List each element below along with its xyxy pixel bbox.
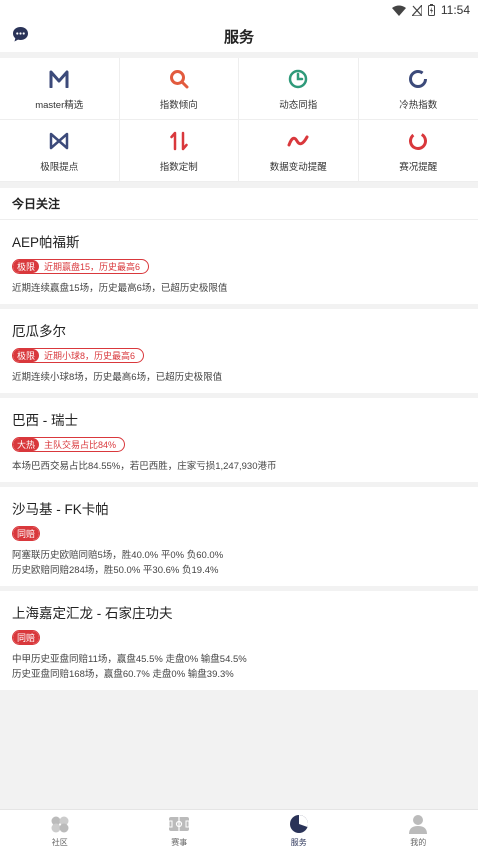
match-card[interactable]: AEP帕福斯 极限 近期赢盘15，历史最高6 近期连续赢盘15场，历史最高6场，… — [0, 220, 478, 304]
match-desc: 历史亚盘同赔168场，赢盘60.7% 走盘0% 输盘39.3% — [12, 669, 234, 680]
match-card[interactable]: 巴西 - 瑞士 大热 主队交易占比84% 本场巴西交易占比84.55%，若巴西胜… — [0, 398, 478, 482]
tag-type: 大热 — [13, 438, 40, 451]
battery-icon — [427, 4, 435, 16]
ring-icon — [409, 69, 428, 88]
tag-text: 主队交易占比84% — [44, 440, 117, 450]
partial-ring-icon — [409, 131, 428, 150]
wifi-icon — [391, 5, 406, 16]
service-label: 动态同指 — [279, 99, 318, 111]
service-label: 赛况提醒 — [399, 161, 438, 173]
service-hot-cold-index[interactable]: 冷热指数 — [358, 58, 478, 120]
status-bar: 11:54 — [0, 0, 478, 20]
match-name: 巴西 - 瑞士 — [12, 413, 78, 428]
app-bar: 服务 — [0, 20, 478, 52]
tag-type: 极限 — [13, 260, 40, 273]
match-card[interactable]: 沙马基 - FK卡帕 同赔 阿塞联历史欧赔同赔5场，胜40.0% 平0% 负60… — [0, 487, 478, 586]
nav-label: 服务 — [290, 837, 307, 847]
service-data-change-alert[interactable]: 数据变动提醒 — [239, 120, 359, 182]
clock-icon — [289, 69, 308, 88]
match-desc: 中甲历史亚盘同赔11场，赢盘45.5% 走盘0% 输盘54.5% — [12, 654, 247, 665]
match-tag: 同赔 — [12, 526, 41, 541]
match-desc: 阿塞联历史欧赔同赔5场，胜40.0% 平0% 负60.0% — [12, 550, 224, 561]
service-limit-tips[interactable]: 极限提点 — [0, 120, 120, 182]
tag-type: 同赔 — [13, 631, 40, 644]
service-label: 指数定制 — [159, 161, 198, 173]
nav-label: 我的 — [410, 837, 427, 847]
tag-text: 近期小球8，历史最高6 — [44, 351, 136, 361]
service-label: master精选 — [35, 99, 84, 111]
service-icon — [289, 814, 308, 833]
match-desc: 本场巴西交易占比84.55%，若巴西胜，庄家亏损1,247,930港币 — [12, 461, 277, 472]
magnifier-icon — [169, 69, 189, 88]
tag-type: 同赔 — [13, 527, 40, 540]
bowtie-icon — [50, 132, 69, 149]
profile-icon — [409, 814, 428, 834]
service-master-picks[interactable]: master精选 — [0, 58, 120, 120]
service-label: 冷热指数 — [399, 99, 438, 111]
m-letter-icon — [49, 70, 69, 88]
match-name: AEP帕福斯 — [12, 235, 80, 250]
match-tag: 极限 近期赢盘15，历史最高6 — [12, 259, 150, 274]
bottom-nav: 社区 赛事 服务 我的 — [0, 809, 478, 851]
nav-label: 赛事 — [171, 837, 188, 847]
nav-tab-profile[interactable]: 我的 — [359, 810, 478, 851]
service-index-custom[interactable]: 指数定制 — [119, 120, 239, 182]
service-match-alert[interactable]: 赛况提醒 — [358, 120, 478, 182]
match-tag: 同赔 — [12, 630, 41, 645]
service-label: 数据变动提醒 — [269, 161, 327, 173]
pitch-icon — [168, 816, 190, 831]
tag-text: 近期赢盘15，历史最高6 — [44, 262, 141, 272]
section-title: 今日关注 — [0, 188, 478, 220]
community-icon — [51, 816, 69, 832]
tag-type: 极限 — [13, 349, 40, 362]
service-label: 指数倾向 — [159, 99, 198, 111]
status-time: 11:54 — [440, 3, 470, 17]
service-dynamic-index[interactable]: 动态同指 — [239, 58, 359, 120]
nav-tab-service[interactable]: 服务 — [239, 810, 359, 851]
match-name: 上海嘉定汇龙 - 石家庄功夫 — [12, 606, 173, 621]
sort-arrows-icon — [170, 131, 188, 150]
match-card[interactable]: 厄瓜多尔 极限 近期小球8，历史最高6 近期连续小球8场，历史最高6场，已超历史… — [0, 309, 478, 393]
match-name: 沙马基 - FK卡帕 — [12, 502, 109, 517]
nav-label: 社区 — [51, 837, 68, 847]
match-tag: 极限 近期小球8，历史最高6 — [12, 348, 145, 363]
match-card[interactable]: 上海嘉定汇龙 - 石家庄功夫 同赔 中甲历史亚盘同赔11场，赢盘45.5% 走盘… — [0, 591, 478, 690]
nav-tab-community[interactable]: 社区 — [0, 810, 120, 851]
page-title: 服务 — [223, 28, 254, 46]
match-name: 厄瓜多尔 — [12, 324, 66, 339]
match-tag: 大热 主队交易占比84% — [12, 437, 126, 452]
match-desc: 近期连续赢盘15场，历史最高6场，已超历史极限值 — [12, 283, 228, 294]
match-desc: 历史欧赔同赔284场，胜50.0% 平30.6% 负19.4% — [12, 565, 219, 576]
service-label: 极限提点 — [40, 161, 79, 173]
service-index-trend[interactable]: 指数倾向 — [119, 58, 239, 120]
wave-icon — [287, 135, 309, 146]
service-grid: master精选 指数倾向 动态同指 冷热指数 极限提点 指数定制 数据变动提醒… — [0, 58, 478, 182]
chat-bubble-icon[interactable] — [12, 26, 29, 43]
no-sim-icon — [411, 4, 422, 16]
match-desc: 近期连续小球8场，历史最高6场，已超历史极限值 — [12, 372, 223, 383]
nav-tab-matches[interactable]: 赛事 — [120, 810, 240, 851]
